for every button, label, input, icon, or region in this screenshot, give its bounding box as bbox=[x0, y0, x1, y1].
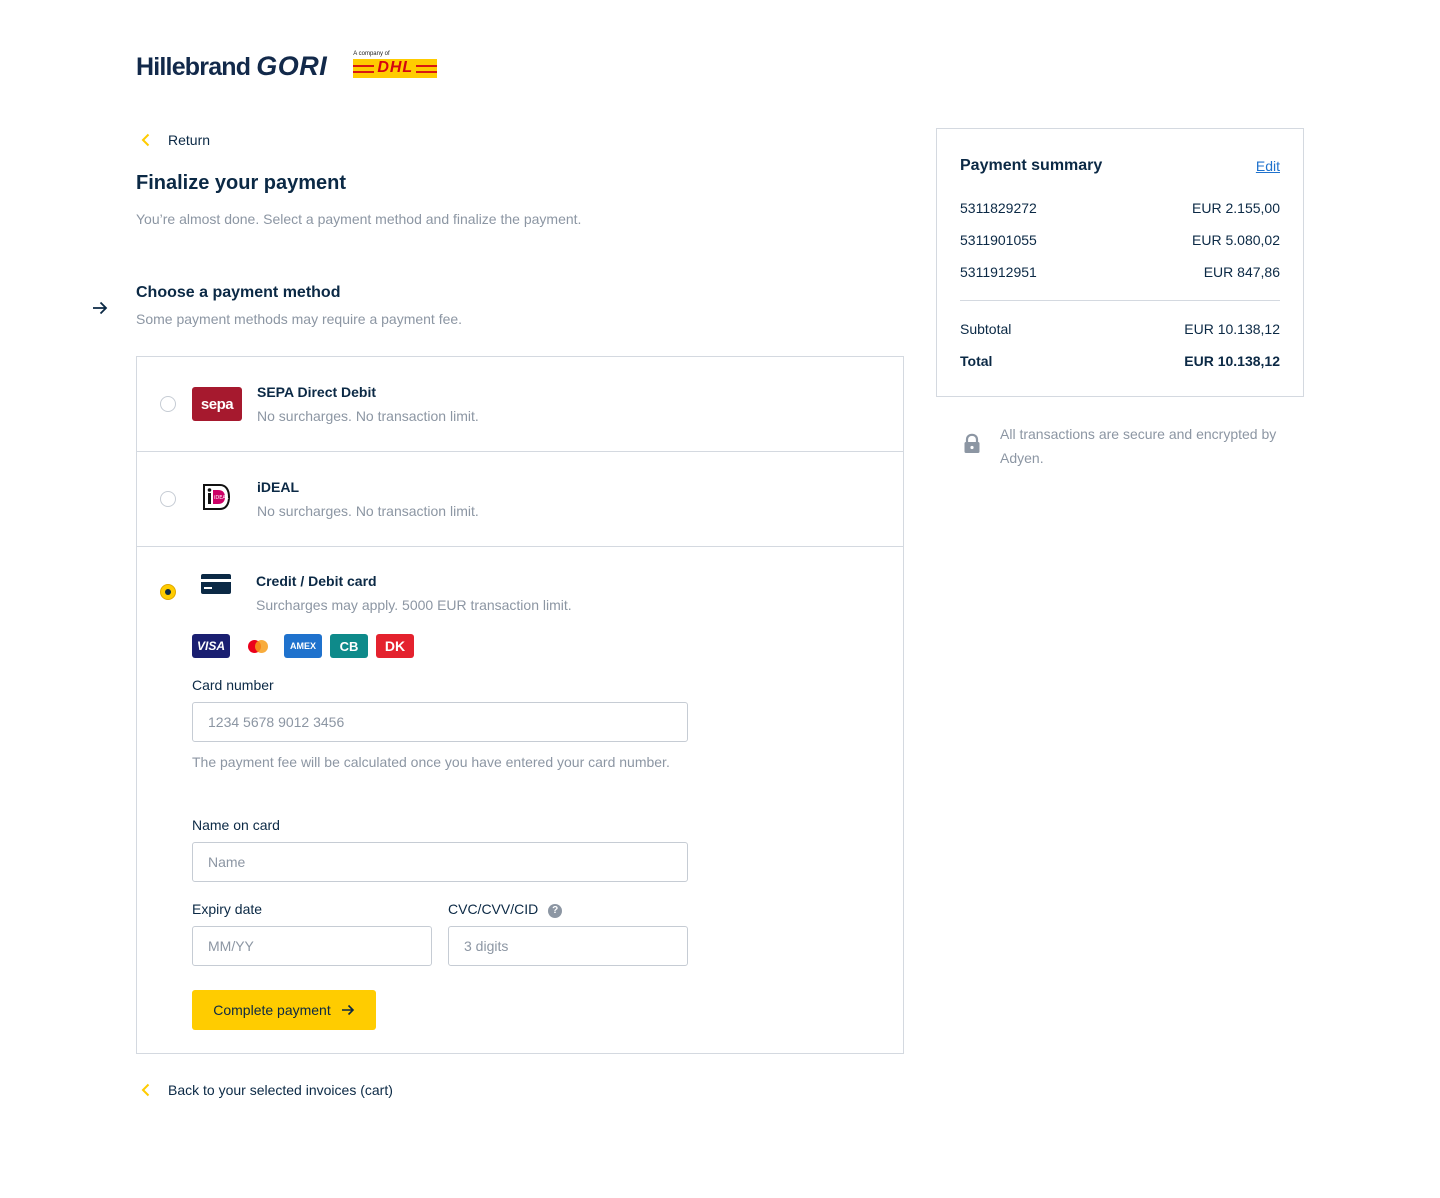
arrow-right-icon bbox=[341, 1004, 354, 1016]
brand-name-accent: GORI bbox=[256, 50, 328, 81]
subtotal-row: Subtotal EUR 10.138,12 bbox=[960, 321, 1280, 337]
method-description: Surcharges may apply. 5000 EUR transacti… bbox=[256, 597, 572, 613]
sepa-logo-text: sepa bbox=[200, 395, 234, 413]
edit-link[interactable]: Edit bbox=[1256, 158, 1280, 174]
payment-summary: Payment summary Edit 5311829272 EUR 2.15… bbox=[936, 128, 1304, 397]
dhl-logo: DHL bbox=[353, 58, 438, 78]
invoice-id: 5311901055 bbox=[960, 232, 1037, 248]
payment-method-sepa[interactable]: sepa SEPA Direct Debit No surcharges. No… bbox=[137, 357, 903, 452]
complete-payment-label: Complete payment bbox=[213, 1002, 331, 1018]
ideal-logo: iDEAL bbox=[203, 484, 231, 510]
payment-method-card[interactable]: Credit / Debit card Surcharges may apply… bbox=[137, 547, 903, 1053]
page-subtitle: You’re almost done. Select a payment met… bbox=[136, 211, 582, 227]
brand-name: Hillebrand bbox=[136, 52, 251, 81]
dhl-logo-text: DHL bbox=[374, 59, 417, 77]
page-title: Finalize your payment bbox=[136, 172, 347, 194]
amex-icon: AMEX bbox=[284, 634, 322, 658]
dhl-logo-block: A company of DHL bbox=[353, 50, 438, 78]
summary-title: Payment summary bbox=[960, 157, 1103, 174]
chevron-left-icon bbox=[141, 133, 150, 147]
back-to-cart-link[interactable]: Back to your selected invoices (cart) bbox=[136, 1080, 393, 1100]
total-label: Total bbox=[960, 353, 993, 369]
credit-card-icon bbox=[201, 574, 231, 594]
card-brand-list: VISA AMEX CB DK bbox=[192, 634, 414, 658]
return-link[interactable]: Return bbox=[136, 130, 210, 150]
dhl-caption: A company of bbox=[353, 50, 390, 57]
visa-icon: VISA bbox=[192, 634, 230, 658]
radio-ideal[interactable] bbox=[160, 491, 176, 507]
chevron-left-icon bbox=[141, 1083, 150, 1097]
payment-methods-list: sepa SEPA Direct Debit No surcharges. No… bbox=[136, 356, 904, 1054]
invoice-amount: EUR 847,86 bbox=[1203, 264, 1280, 280]
section-title: Choose a payment method bbox=[136, 284, 341, 301]
radio-sepa[interactable] bbox=[160, 396, 176, 412]
sepa-logo: sepa bbox=[192, 387, 242, 421]
cvc-label-text: CVC/CVV/CID bbox=[448, 901, 539, 917]
payment-method-ideal[interactable]: iDEAL iDEAL No surcharges. No transactio… bbox=[137, 452, 903, 547]
name-on-card-label: Name on card bbox=[192, 817, 280, 833]
hillebrand-gori-logo[interactable]: Hillebrand GORI bbox=[136, 51, 327, 82]
name-on-card-input[interactable] bbox=[192, 842, 688, 882]
invoice-amount: EUR 2.155,00 bbox=[1192, 200, 1280, 216]
total-row: Total EUR 10.138,12 bbox=[960, 353, 1280, 369]
cvc-input[interactable] bbox=[448, 926, 688, 966]
security-note-text: All transactions are secure and encrypte… bbox=[1000, 426, 1277, 466]
complete-payment-button[interactable]: Complete payment bbox=[192, 990, 376, 1030]
payment-fee-hint: The payment fee will be calculated once … bbox=[192, 754, 670, 770]
expiry-date-input[interactable] bbox=[192, 926, 432, 966]
invoice-row: 5311901055 EUR 5.080,02 bbox=[960, 232, 1280, 248]
cvc-label: CVC/CVV/CID? bbox=[448, 901, 563, 918]
method-name: Credit / Debit card bbox=[256, 573, 377, 589]
total-value: EUR 10.138,12 bbox=[1184, 353, 1280, 369]
invoice-id: 5311912951 bbox=[960, 264, 1037, 280]
mastercard-icon bbox=[238, 634, 276, 658]
back-to-cart-label: Back to your selected invoices (cart) bbox=[168, 1082, 393, 1098]
lock-icon bbox=[964, 433, 980, 453]
radio-card[interactable] bbox=[160, 584, 176, 600]
summary-divider bbox=[960, 300, 1280, 301]
security-note: All transactions are secure and encrypte… bbox=[960, 422, 1280, 470]
help-icon[interactable]: ? bbox=[548, 904, 563, 918]
header: Hillebrand GORI A company of DHL bbox=[136, 46, 438, 86]
arrow-right-icon bbox=[93, 301, 108, 315]
ideal-logo-text: iDEAL bbox=[214, 495, 229, 501]
invoice-row: 5311829272 EUR 2.155,00 bbox=[960, 200, 1280, 216]
dankort-icon: DK bbox=[376, 634, 414, 658]
expiry-date-label: Expiry date bbox=[192, 901, 263, 917]
invoice-id: 5311829272 bbox=[960, 200, 1037, 216]
method-name: SEPA Direct Debit bbox=[257, 384, 377, 400]
invoice-row: 5311912951 EUR 847,86 bbox=[960, 264, 1280, 280]
subtotal-label: Subtotal bbox=[960, 321, 1012, 337]
cb-icon: CB bbox=[330, 634, 368, 658]
section-subtitle: Some payment methods may require a payme… bbox=[136, 311, 463, 327]
method-description: No surcharges. No transaction limit. bbox=[257, 503, 479, 519]
card-number-label: Card number bbox=[192, 677, 274, 693]
return-label: Return bbox=[168, 132, 211, 148]
card-number-input[interactable] bbox=[192, 702, 688, 742]
invoice-amount: EUR 5.080,02 bbox=[1192, 232, 1280, 248]
subtotal-value: EUR 10.138,12 bbox=[1184, 321, 1280, 337]
method-name: iDEAL bbox=[257, 479, 299, 495]
method-description: No surcharges. No transaction limit. bbox=[257, 408, 479, 424]
